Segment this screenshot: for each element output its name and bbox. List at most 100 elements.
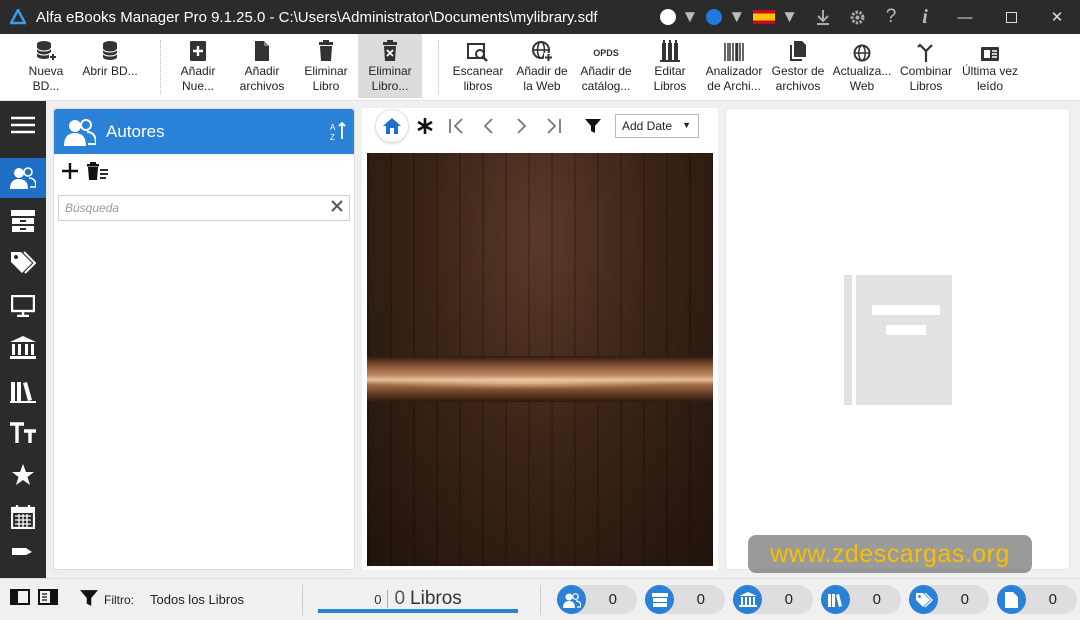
- combine-books-button[interactable]: Combinar Libros: [896, 34, 956, 98]
- accent-color-toggle[interactable]: [706, 0, 723, 34]
- books-toolbar: Add Date ▼: [362, 108, 718, 144]
- chevron-down-icon[interactable]: ▼: [728, 0, 745, 34]
- scan-icon: [467, 34, 489, 64]
- minimize-button[interactable]: —: [942, 0, 988, 34]
- delete-book-files-button[interactable]: Eliminar Libro...: [358, 34, 422, 98]
- authors-icon: [557, 585, 586, 614]
- title-bar: Alfa eBooks Manager Pro 9.1.25.0 - C:\Us…: [0, 0, 1080, 34]
- new-database-button[interactable]: Nueva BD...: [22, 34, 70, 98]
- ribbon-separator: [438, 40, 439, 94]
- authors-search-input[interactable]: [65, 197, 325, 219]
- menu-icon[interactable]: [0, 105, 46, 145]
- chevron-down-icon[interactable]: ▼: [781, 0, 798, 34]
- trash-x-icon: [382, 34, 398, 64]
- layout-right-panel-icon[interactable]: [38, 589, 58, 608]
- authors-count: 0: [608, 591, 617, 608]
- info-icon[interactable]: i: [908, 0, 942, 34]
- opds-icon: OPDS: [593, 48, 619, 58]
- merge-icon: [917, 34, 935, 64]
- clear-search-icon[interactable]: [330, 199, 344, 216]
- nav-more-icon[interactable]: [0, 537, 46, 565]
- file-icon: [254, 34, 270, 64]
- maximize-button[interactable]: [988, 0, 1034, 34]
- filter-value: Todos los Libros: [150, 592, 244, 607]
- edit-books-icon: [660, 34, 680, 64]
- svg-text:A: A: [330, 123, 336, 132]
- scan-books-button[interactable]: Escanear libros: [449, 34, 507, 98]
- last-page-icon[interactable]: [537, 118, 569, 134]
- total-count: 0: [394, 588, 406, 609]
- add-from-web-button[interactable]: Añadir de la Web: [513, 34, 571, 98]
- next-page-icon[interactable]: [505, 118, 537, 134]
- nav-books-icon[interactable]: [0, 371, 46, 411]
- authors-tools: [54, 154, 354, 190]
- app-logo-icon: [0, 9, 36, 25]
- file-analyzer-button[interactable]: Analizador de Archi...: [702, 34, 766, 98]
- tags-counter[interactable]: 0: [909, 585, 989, 614]
- last-read-button[interactable]: Última vez leído: [958, 34, 1022, 98]
- trash-icon: [318, 34, 334, 64]
- selected-count: 0: [374, 591, 382, 607]
- archive-count: 0: [696, 591, 705, 608]
- chevron-down-icon[interactable]: ▼: [682, 0, 699, 34]
- first-page-icon[interactable]: [441, 118, 473, 134]
- home-button[interactable]: [375, 109, 409, 143]
- sort-select[interactable]: Add Date ▼: [615, 114, 699, 138]
- add-from-catalog-button[interactable]: OPDS Añadir de catálog...: [578, 34, 634, 98]
- authors-counter[interactable]: 0: [557, 585, 637, 614]
- status-separator: [302, 585, 303, 615]
- books-icon: [821, 585, 850, 614]
- nav-authors-icon[interactable]: [0, 158, 46, 198]
- tags-count: 0: [960, 591, 969, 608]
- nav-text-size-icon[interactable]: [0, 413, 46, 453]
- authors-search-box: [58, 195, 350, 221]
- filter-label: Filtro:: [104, 592, 134, 607]
- filter-indicator[interactable]: Filtro: Todos los Libros: [80, 589, 244, 610]
- books-counter[interactable]: 0: [821, 585, 901, 614]
- library-counter[interactable]: 0: [733, 585, 813, 614]
- add-icon[interactable]: [62, 162, 78, 182]
- sort-select-value: Add Date: [622, 119, 673, 133]
- add-new-book-button[interactable]: Añadir Nue...: [170, 34, 226, 98]
- database-add-icon: [35, 34, 57, 64]
- edit-books-button[interactable]: Editar Libros: [648, 34, 692, 98]
- layout-left-panel-icon[interactable]: [10, 589, 30, 608]
- update-web-button[interactable]: Actualiza... Web: [830, 34, 894, 98]
- nav-calendar-icon[interactable]: [0, 497, 46, 537]
- help-icon[interactable]: ?: [874, 0, 908, 34]
- download-icon[interactable]: [806, 0, 840, 34]
- nav-tags-icon[interactable]: [0, 243, 46, 283]
- open-database-button[interactable]: Abrir BD...: [80, 34, 140, 98]
- left-navigation: [0, 101, 46, 578]
- close-button[interactable]: ✕: [1034, 0, 1080, 34]
- asterisk-all-icon[interactable]: [409, 117, 441, 135]
- chevron-down-icon: ▼: [682, 120, 691, 130]
- nav-monitor-icon[interactable]: [0, 286, 46, 326]
- add-files-button[interactable]: Añadir archivos: [236, 34, 288, 98]
- previous-page-icon[interactable]: [473, 118, 505, 134]
- authors-panel-title: Autores: [106, 121, 165, 141]
- nav-archive-icon[interactable]: [0, 201, 46, 241]
- sort-az-icon[interactable]: AZ: [330, 121, 346, 144]
- copy-files-icon: [788, 34, 808, 64]
- filter-icon[interactable]: [577, 118, 609, 134]
- archive-counter[interactable]: 0: [645, 585, 725, 614]
- ribbon-toolbar: Nueva BD... Abrir BD... Añadir Nue... Añ…: [0, 34, 1080, 101]
- file-manager-button[interactable]: Gestor de archivos: [770, 34, 826, 98]
- files-counter[interactable]: 0: [997, 585, 1077, 614]
- tags-icon: [909, 585, 938, 614]
- books-count-value: 0: [872, 591, 881, 608]
- nav-favorites-star-icon[interactable]: [0, 455, 46, 495]
- spain-flag-icon[interactable]: [753, 0, 776, 34]
- delete-list-icon[interactable]: [86, 161, 108, 183]
- shelf-board: [367, 356, 713, 402]
- light-theme-toggle[interactable]: [659, 0, 676, 34]
- nav-library-icon[interactable]: [0, 328, 46, 368]
- gear-icon[interactable]: [840, 0, 874, 34]
- bookshelf-view[interactable]: [367, 153, 713, 566]
- library-icon: [733, 585, 762, 614]
- book-placeholder-icon: [844, 275, 952, 405]
- delete-book-button[interactable]: Eliminar Libro: [298, 34, 354, 98]
- home-icon: [383, 118, 401, 134]
- books-panel: Add Date ▼: [362, 108, 718, 570]
